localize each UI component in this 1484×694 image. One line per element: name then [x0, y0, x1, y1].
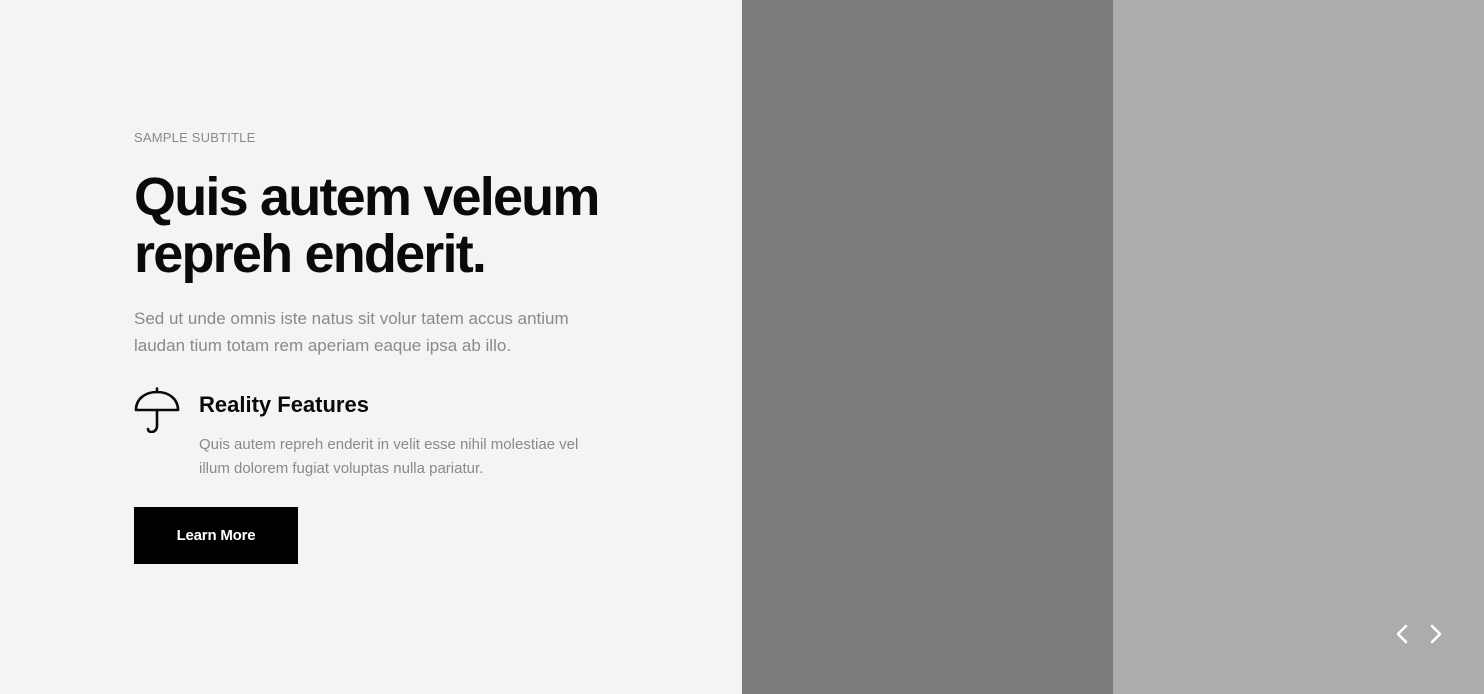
hero-description: Sed ut unde omnis iste natus sit volur t… [134, 309, 569, 355]
hero-headline-line-2: repreh enderit. [134, 224, 487, 284]
slide-image-2 [1113, 0, 1484, 694]
umbrella-icon [134, 387, 180, 434]
hero-headline-line-1: Quis autem veleum [134, 167, 600, 227]
hero-content: SAMPLE SUBTITLE Quis autem veleum repreh … [134, 130, 614, 487]
hero-subtitle: SAMPLE SUBTITLE [134, 130, 256, 145]
chevron-left-icon [1390, 624, 1414, 649]
hero-headline: Quis autem veleum repreh enderit. [134, 169, 614, 283]
feature-item: Reality Features Quis autem repreh ender… [134, 387, 614, 487]
hero-content-panel: SAMPLE SUBTITLE Quis autem veleum repreh … [0, 0, 742, 694]
slide-image-1 [742, 0, 1113, 694]
learn-more-button[interactable]: Learn More [134, 507, 298, 564]
feature-description: Quis autem repreh enderit in velit esse … [199, 436, 579, 477]
feature-title: Reality Features [199, 392, 369, 417]
chevron-right-icon [1424, 624, 1448, 649]
slider-prev-button[interactable] [1390, 622, 1414, 646]
hero-section: SAMPLE SUBTITLE Quis autem veleum repreh … [0, 0, 1484, 694]
slider-next-button[interactable] [1424, 622, 1448, 646]
